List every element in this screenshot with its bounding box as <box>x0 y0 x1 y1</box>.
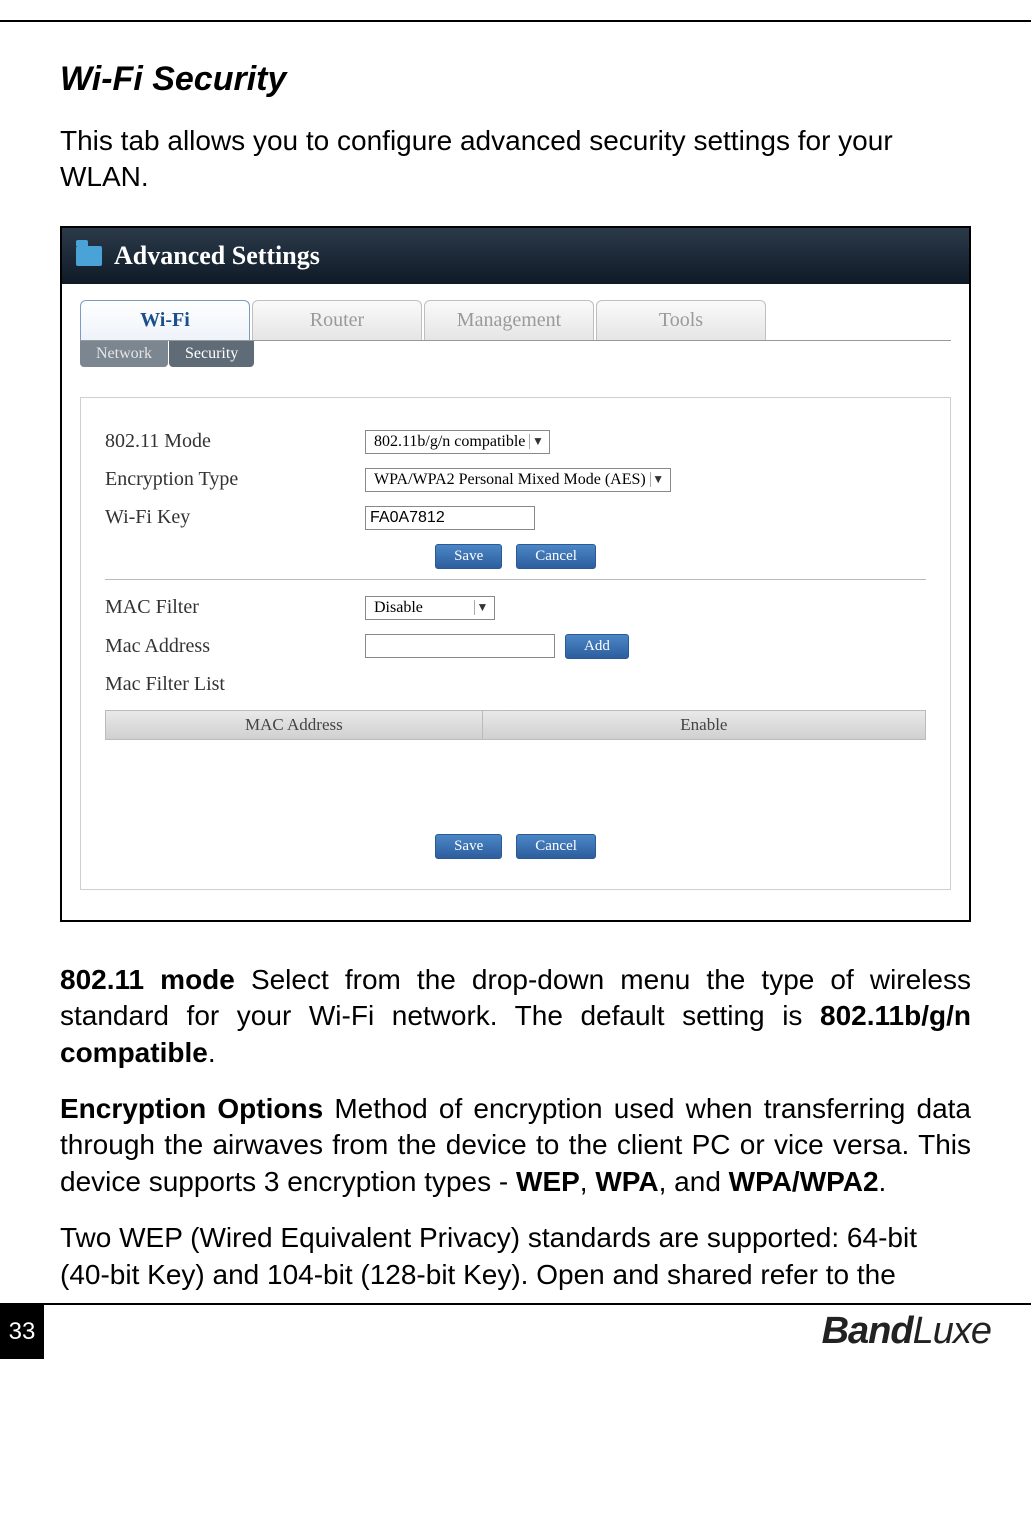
enc-type-wpa: WPA <box>595 1166 658 1197</box>
page-footer: 33 BandLuxe <box>0 1303 1031 1359</box>
mac-filter-table-body <box>105 740 926 820</box>
desc-encryption-options: Encryption Options Method of encryption … <box>60 1091 971 1200</box>
col-enable: Enable <box>483 711 925 739</box>
chevron-down-icon: ▼ <box>650 472 666 487</box>
tab-tools[interactable]: Tools <box>596 300 766 340</box>
screenshot-container: Advanced Settings Wi-Fi Router Managemen… <box>60 226 971 922</box>
tab-router[interactable]: Router <box>252 300 422 340</box>
divider <box>105 579 926 580</box>
intro-text: This tab allows you to configure advance… <box>60 123 971 196</box>
select-80211-mode-value: 802.11b/g/n compatible <box>370 433 529 451</box>
chevron-down-icon: ▼ <box>529 434 545 449</box>
label-encryption-type: Encryption Type <box>105 468 365 491</box>
label-wifi-key: Wi-Fi Key <box>105 506 365 529</box>
desc-80211-mode: 802.11 mode Select from the drop-down me… <box>60 962 971 1071</box>
window-titlebar: Advanced Settings <box>62 228 969 284</box>
select-encryption-type[interactable]: WPA/WPA2 Personal Mixed Mode (AES) ▼ <box>365 468 671 492</box>
desc-80211-mode-period: . <box>208 1037 216 1068</box>
settings-panel: 802.11 Mode 802.11b/g/n compatible ▼ Enc… <box>80 397 951 890</box>
tab-wifi[interactable]: Wi-Fi <box>80 300 250 340</box>
section-heading: Wi-Fi Security <box>60 60 971 99</box>
mac-filter-table-header: MAC Address Enable <box>105 710 926 740</box>
label-80211-mode: 802.11 Mode <box>105 430 365 453</box>
col-mac-address: MAC Address <box>106 711 483 739</box>
subtab-network[interactable]: Network <box>80 341 168 367</box>
select-encryption-type-value: WPA/WPA2 Personal Mixed Mode (AES) <box>370 471 650 489</box>
page-number: 33 <box>0 1305 44 1359</box>
chevron-down-icon: ▼ <box>474 600 490 615</box>
enc-type-wpa2: WPA/WPA2 <box>729 1166 879 1197</box>
desc-enc-label: Encryption Options <box>60 1093 323 1124</box>
select-mac-filter-value: Disable <box>370 599 427 617</box>
window-title: Advanced Settings <box>114 241 320 271</box>
cancel-button[interactable]: Cancel <box>516 544 596 569</box>
save-button[interactable]: Save <box>435 544 502 569</box>
add-button[interactable]: Add <box>565 634 629 659</box>
input-mac-address[interactable] <box>365 634 555 658</box>
label-mac-filter-list: Mac Filter List <box>105 673 225 696</box>
desc-wep: Two WEP (Wired Equivalent Privacy) stand… <box>60 1220 971 1293</box>
cancel-button-2[interactable]: Cancel <box>516 834 596 859</box>
desc-80211-mode-label: 802.11 mode <box>60 964 235 995</box>
label-mac-address: Mac Address <box>105 635 365 658</box>
brand-suffix: Luxe <box>913 1310 991 1352</box>
tab-management[interactable]: Management <box>424 300 594 340</box>
save-button-2[interactable]: Save <box>435 834 502 859</box>
label-mac-filter: MAC Filter <box>105 596 365 619</box>
brand-logo: BandLuxe <box>822 1310 991 1353</box>
select-mac-filter[interactable]: Disable ▼ <box>365 596 495 620</box>
brand-prefix: Band <box>822 1310 913 1352</box>
subtab-security[interactable]: Security <box>169 341 254 367</box>
enc-type-wep: WEP <box>516 1166 580 1197</box>
input-wifi-key[interactable] <box>365 506 535 530</box>
select-80211-mode[interactable]: 802.11b/g/n compatible ▼ <box>365 430 550 454</box>
folder-icon <box>76 246 102 266</box>
